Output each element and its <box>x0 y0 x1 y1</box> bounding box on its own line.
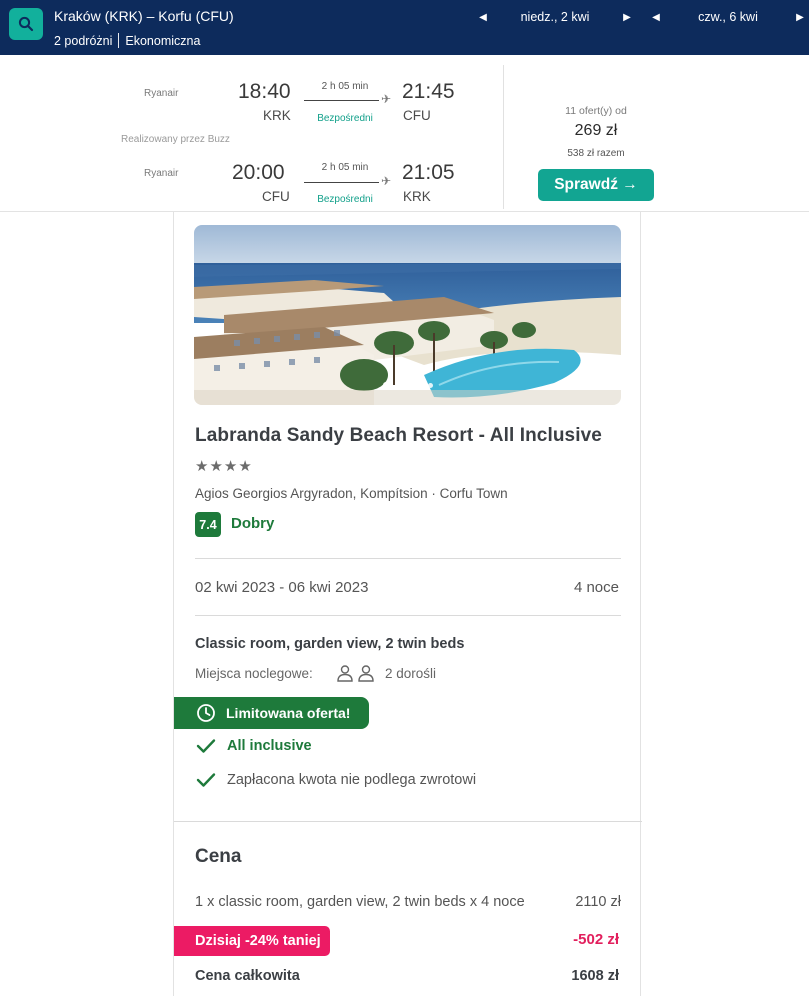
feature-label: Zapłacona kwota nie podlega zwrotowi <box>227 772 477 788</box>
divider <box>118 33 120 48</box>
hotel-location: Agios Georgios Argyradon, Kompítsion · C… <box>195 486 508 501</box>
search-summary-bar: Kraków (KRK) – Korfu (CFU) 2 podróżni Ek… <box>0 0 809 55</box>
next-return-date-icon[interactable]: ▶ <box>792 12 808 23</box>
inbound-dep-code: CFU <box>262 189 290 204</box>
flight-offer-card[interactable]: Ryanair 18:40 KRK 2 h 05 min ✈ Bezpośred… <box>0 55 809 212</box>
hotel-photo-carousel[interactable] <box>194 225 621 405</box>
feature-label: All inclusive <box>227 738 312 754</box>
rating-label: Dobry <box>231 515 275 532</box>
carousel-dot[interactable] <box>416 382 422 388</box>
outbound-arr-time: 21:45 <box>402 80 455 103</box>
star-rating-icon: ★★★★ <box>195 458 253 475</box>
carousel-dot[interactable] <box>382 382 389 388</box>
inbound-stops: Bezpośredni <box>317 194 373 205</box>
person-icon <box>337 665 353 682</box>
cabin-class: Ekonomiczna <box>125 33 201 48</box>
outbound-duration: 2 h 05 min <box>321 81 369 92</box>
inbound-duration: 2 h 05 min <box>321 162 369 173</box>
room-name: Classic room, garden view, 2 twin beds <box>195 636 465 652</box>
price-line-amount: 2110 zł <box>575 894 621 910</box>
carousel-dot[interactable] <box>394 382 400 388</box>
guests-count: 2 dorośli <box>385 666 437 681</box>
search-button[interactable] <box>9 8 43 40</box>
discount-badge: Dzisiaj -24% taniej <box>174 926 330 956</box>
route-title[interactable]: Kraków (KRK) – Korfu (CFU) <box>54 8 234 24</box>
beds-label: Miejsca noclegowe: <box>195 666 313 681</box>
hotel-name: Labranda Sandy Beach Resort - All Inclus… <box>195 425 602 446</box>
check-offer-button[interactable]: Sprawdź → <box>538 169 654 201</box>
limited-offer-text: Limitowana oferta! <box>226 705 351 721</box>
rating-score-badge: 7.4 <box>195 512 221 537</box>
return-date-picker: ◀ czw., 6 kwi ▶ <box>648 0 808 34</box>
depart-date-picker: ◀ niedz., 2 kwi ▶ <box>475 0 635 34</box>
divider <box>195 615 621 616</box>
divider <box>503 65 504 209</box>
flight-price: 269 zł <box>574 122 618 139</box>
hotel-photo <box>194 225 621 405</box>
carousel-dot[interactable] <box>405 382 411 388</box>
price-section-title: Cena <box>195 846 242 867</box>
operated-by-note: Realizowany przez Buzz <box>121 134 230 145</box>
guests-icon-group <box>336 664 375 682</box>
outbound-route-line <box>304 100 379 101</box>
depart-date[interactable]: niedz., 2 kwi <box>491 10 619 24</box>
outbound-dep-time: 18:40 <box>238 80 291 103</box>
prev-depart-date-icon[interactable]: ◀ <box>475 12 491 23</box>
inbound-route-line <box>304 182 379 183</box>
inbound-dep-time: 20:00 <box>232 161 285 184</box>
return-date[interactable]: czw., 6 kwi <box>664 10 792 24</box>
check-icon <box>196 738 216 754</box>
divider <box>174 821 642 822</box>
stay-dates: 02 kwi 2023 - 06 kwi 2023 <box>195 579 369 596</box>
outbound-arr-code: CFU <box>403 108 431 123</box>
price-line-item: 1 x classic room, garden view, 2 twin be… <box>195 894 621 910</box>
travellers-count: 2 podróżni <box>54 33 113 48</box>
divider <box>195 558 621 559</box>
next-depart-date-icon[interactable]: ▶ <box>619 12 635 23</box>
feature-non-refundable: Zapłacona kwota nie podlega zwrotowi <box>196 772 476 788</box>
plane-icon: ✈ <box>381 92 392 106</box>
search-details[interactable]: 2 podróżni Ekonomiczna <box>54 33 200 48</box>
outbound-airline: Ryanair <box>144 88 179 99</box>
hotel-details-panel: Labranda Sandy Beach Resort - All Inclus… <box>173 212 642 996</box>
inbound-airline: Ryanair <box>144 168 179 179</box>
inbound-arr-code: KRK <box>403 189 431 204</box>
limited-offer-badge: Limitowana oferta! <box>174 697 369 729</box>
clock-icon <box>196 703 216 723</box>
offers-count: 11 ofert(y) od <box>565 105 627 117</box>
outbound-stops: Bezpośredni <box>317 113 373 124</box>
person-icon <box>358 665 374 682</box>
outbound-dep-code: KRK <box>263 108 291 123</box>
inbound-arr-time: 21:05 <box>402 161 455 184</box>
check-icon <box>196 772 216 788</box>
prev-return-date-icon[interactable]: ◀ <box>648 12 664 23</box>
search-icon <box>18 16 34 32</box>
carousel-dot[interactable] <box>427 382 433 388</box>
total-price-amount: 1608 zł <box>571 968 619 984</box>
total-price-label: Cena całkowita <box>195 968 300 984</box>
feature-all-inclusive: All inclusive <box>196 738 312 754</box>
discount-amount: -502 zł <box>573 931 619 948</box>
carousel-dots <box>194 382 621 388</box>
nights-count: 4 noce <box>573 579 619 596</box>
plane-icon: ✈ <box>381 174 392 188</box>
flight-total-price: 538 zł razem <box>567 148 625 159</box>
price-line-description: 1 x classic room, garden view, 2 twin be… <box>195 894 525 910</box>
